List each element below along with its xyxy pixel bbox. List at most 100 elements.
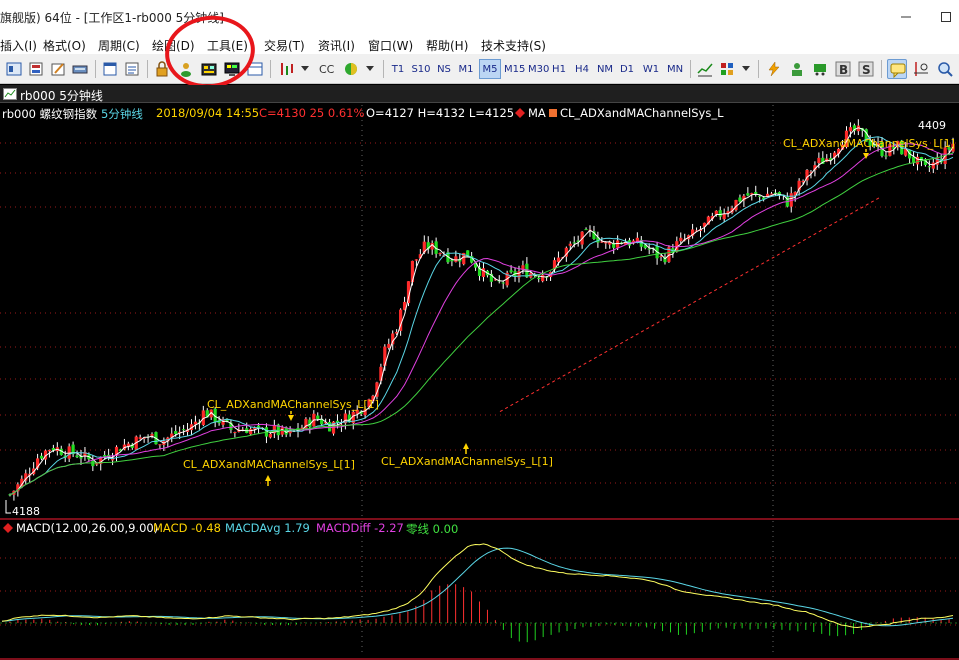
low-price-label: 4188 xyxy=(12,505,40,518)
candle-body xyxy=(769,193,774,195)
flash-button[interactable] xyxy=(764,59,784,79)
template-button[interactable] xyxy=(26,59,46,79)
device-icon xyxy=(72,65,88,74)
period-m1[interactable]: M1 xyxy=(456,59,476,79)
macd-zero-value: 零线 0.00 xyxy=(406,522,459,536)
trend-icon xyxy=(697,63,713,77)
device-button[interactable] xyxy=(70,59,90,79)
menu-trade[interactable]: 交易(T) xyxy=(264,37,305,54)
candle-body xyxy=(647,248,651,250)
comment-button[interactable] xyxy=(887,59,907,79)
menu-support[interactable]: 技术支持(S) xyxy=(481,37,546,54)
toolbar-separator xyxy=(95,60,96,78)
candle-body xyxy=(138,437,142,439)
period-nm[interactable]: NM xyxy=(595,59,615,79)
candle-body xyxy=(679,237,683,242)
macd-info-bar: MACD(12.00,26.00,9.00) MACD -0.48 MACDAv… xyxy=(0,520,959,536)
layout-icon xyxy=(6,62,22,76)
period-ns[interactable]: NS xyxy=(434,59,454,79)
period-h1[interactable]: H1 xyxy=(550,59,568,79)
edit-icon xyxy=(51,63,65,76)
toolbar-separator xyxy=(881,60,882,78)
maximize-icon[interactable] xyxy=(938,9,954,25)
macd-avg-line xyxy=(1,547,954,627)
menu-help[interactable]: 帮助(H) xyxy=(426,37,468,54)
ma-label: MA xyxy=(528,106,546,120)
cc-label[interactable]: CC xyxy=(319,63,334,76)
chevron-down-icon[interactable] xyxy=(366,66,374,72)
price-chart[interactable]: 44094188CL_ADXandMAChannelSys_L[1]CL_ADX… xyxy=(0,85,959,660)
low-price-marker xyxy=(5,500,11,514)
period-h4[interactable]: H4 xyxy=(572,59,592,79)
period-label: 5分钟线 xyxy=(101,107,143,121)
period-m5[interactable]: M5 xyxy=(479,59,501,79)
period-mn[interactable]: MN xyxy=(664,59,686,79)
menu-period[interactable]: 周期(C) xyxy=(98,37,140,54)
sell-button[interactable]: S xyxy=(856,59,876,79)
signal-arrow xyxy=(265,475,271,481)
candle-body xyxy=(95,463,99,465)
period-d1[interactable]: D1 xyxy=(617,59,637,79)
ma-diamond-icon xyxy=(515,108,525,118)
zoom-button[interactable] xyxy=(935,59,955,79)
signal-arrow xyxy=(463,443,469,449)
period-m30[interactable]: M30 xyxy=(527,59,549,79)
symbol-label: rb000 螺纹钢指数 xyxy=(2,107,98,121)
candle-body xyxy=(414,259,418,261)
candle-body xyxy=(387,343,391,348)
crosshair-icon xyxy=(914,62,928,76)
candle-body xyxy=(927,166,931,168)
macd-line xyxy=(1,543,954,629)
candle-body xyxy=(268,433,272,438)
template-icon xyxy=(29,62,43,76)
menu-insert[interactable]: 插入(I) xyxy=(0,37,37,54)
buy-button[interactable]: B xyxy=(833,59,853,79)
candle-body xyxy=(568,243,572,246)
edit-button[interactable] xyxy=(48,59,68,79)
candle-body xyxy=(848,127,853,132)
indicator-button[interactable] xyxy=(276,59,296,79)
comment-icon xyxy=(890,63,906,78)
cart-icon xyxy=(814,64,826,76)
account-button[interactable] xyxy=(787,59,807,79)
candle-body xyxy=(584,229,588,231)
minimize-icon[interactable] xyxy=(898,9,914,25)
window-icon xyxy=(103,62,117,76)
toolbar-separator xyxy=(690,60,691,78)
b-letter-icon: B xyxy=(835,61,851,77)
candle-body xyxy=(541,274,545,282)
grid-button[interactable] xyxy=(717,59,737,79)
close-label: C=4130 25 0.61% xyxy=(259,106,365,120)
grid-icon xyxy=(721,63,733,75)
candle-body xyxy=(722,213,726,220)
menu-window[interactable]: 窗口(W) xyxy=(368,37,413,54)
period-t1[interactable]: T1 xyxy=(388,59,408,79)
candle-body xyxy=(454,256,458,262)
ma-line-green xyxy=(9,152,954,496)
chevron-down-icon[interactable] xyxy=(742,66,750,72)
color-button[interactable] xyxy=(341,59,361,79)
cart-button[interactable] xyxy=(810,59,830,79)
layout-button[interactable] xyxy=(4,59,24,79)
menu-info[interactable]: 资讯(I) xyxy=(318,37,355,54)
signal-arrow xyxy=(288,415,294,421)
trend-button[interactable] xyxy=(695,59,715,79)
macd-name: MACD(12.00,26.00,9.00) xyxy=(16,521,159,535)
signal-label: CL_ADXandMAChannelSys_L[1] xyxy=(207,398,379,411)
window-button[interactable] xyxy=(100,59,120,79)
menu-format[interactable]: 格式(O) xyxy=(43,37,86,54)
crosshair-button[interactable] xyxy=(911,59,931,79)
list-button[interactable] xyxy=(122,59,142,79)
macd-avg-value: MACDAvg 1.79 xyxy=(225,521,310,535)
macd-diff-value: MACDDiff -2.27 xyxy=(316,521,404,535)
period-m15[interactable]: M15 xyxy=(503,59,525,79)
svg-text:S: S xyxy=(862,63,871,77)
chevron-down-icon[interactable] xyxy=(301,66,309,72)
period-w1[interactable]: W1 xyxy=(641,59,661,79)
ohlc-label: O=4127 H=4132 L=4125 xyxy=(366,106,515,120)
candle-body xyxy=(616,240,620,248)
candle-body xyxy=(280,427,284,435)
candle-body xyxy=(158,444,162,446)
period-s10[interactable]: S10 xyxy=(410,59,432,79)
candle-body xyxy=(47,450,52,452)
